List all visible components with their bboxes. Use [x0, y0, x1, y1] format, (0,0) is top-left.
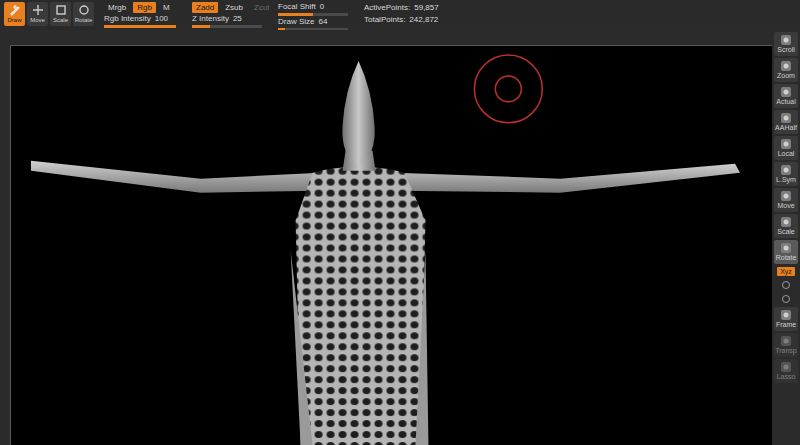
stat: ActivePoints:59,857: [364, 2, 439, 14]
shelf-button[interactable]: AAHalf: [774, 110, 798, 134]
shelf-label: Scroll: [777, 46, 795, 54]
tool-label: Scale: [53, 16, 68, 24]
color-group: MrgbRgbM Rgb Intensity 100: [104, 2, 182, 28]
slider-label: Z Intensity: [192, 14, 229, 24]
tool-label: Move: [30, 16, 45, 24]
tool-icon: [9, 4, 21, 16]
shelf-label: Transp: [775, 347, 797, 355]
top-toolbar: DrawMoveScaleRotateMrgbRgbMRgb Intensity…: [0, 0, 800, 30]
slider[interactable]: Rgb Intensity 100: [104, 14, 176, 28]
shelf-icon: [779, 309, 793, 321]
tool-icon: [55, 4, 67, 16]
workspace: Scroll Zoom Actual AAHalf Local L.Sym Move Scal…: [0, 30, 800, 445]
tool-group: Draw Move Scale Rotate: [4, 2, 94, 26]
mode-button[interactable]: Zcut: [250, 2, 274, 13]
shelf-label: AAHalf: [775, 124, 797, 132]
slider[interactable]: Z Intensity 25: [192, 14, 262, 28]
stats: ActivePoints:59,857TotalPoints:242,872: [364, 2, 439, 26]
slider-value: 0: [320, 2, 324, 12]
shelf-button[interactable]: Frame: [774, 307, 798, 331]
slider-label: Rgb Intensity: [104, 14, 151, 24]
slider-fill: [278, 13, 313, 16]
shelf-button[interactable]: Scale: [774, 214, 798, 238]
slider-value: 64: [318, 17, 327, 27]
tool-button[interactable]: Rotate: [73, 2, 94, 26]
mode-button[interactable]: Zadd: [192, 2, 218, 13]
shelf-button[interactable]: Transp: [774, 333, 798, 357]
mode-button[interactable]: Zsub: [221, 2, 247, 13]
shelf-icon: [779, 164, 793, 176]
view-icon: [781, 280, 791, 290]
slider-label: Focal Shift: [278, 2, 316, 12]
slider[interactable]: Draw Size 64: [278, 17, 348, 31]
shelf-icon: [779, 112, 793, 124]
shelf-icon: [779, 335, 793, 347]
shelf-label: Local: [778, 150, 795, 158]
shelf-toggle[interactable]: Xyz: [777, 267, 795, 276]
shelf-icon: [779, 138, 793, 150]
slider-track[interactable]: [278, 13, 348, 16]
z-group: ZaddZsubZcutZ Intensity25: [192, 2, 268, 28]
shelf-button[interactable]: L.Sym: [774, 162, 798, 186]
shelf-label: Actual: [776, 98, 795, 106]
shelf-icon: [779, 216, 793, 228]
tool-label: Draw: [7, 16, 21, 24]
tool-button[interactable]: Move: [27, 2, 48, 26]
shelf-button[interactable]: Rotate: [774, 240, 798, 264]
tool-icon: [32, 4, 44, 16]
canvas-area: [0, 30, 772, 445]
shelf-label: Rotate: [776, 254, 797, 262]
canvas[interactable]: [10, 45, 772, 445]
tool-label: Rotate: [75, 16, 93, 24]
slider-label: Draw Size: [278, 17, 314, 27]
slider-track[interactable]: [104, 25, 176, 28]
right-shelf: Scroll Zoom Actual AAHalf Local L.Sym Move Scal…: [772, 30, 800, 445]
slider-track[interactable]: [192, 25, 262, 28]
slider-fill: [192, 25, 210, 28]
mode-button[interactable]: Rgb: [133, 2, 156, 13]
tool-button[interactable]: Scale: [50, 2, 71, 26]
shelf-button[interactable]: Actual: [774, 84, 798, 108]
tool-button[interactable]: Draw: [4, 2, 25, 26]
shelf-icon: [779, 86, 793, 98]
shelf-icon: [779, 60, 793, 72]
shelf-button[interactable]: Move: [774, 188, 798, 212]
zbrush-window: DrawMoveScaleRotateMrgbRgbMRgb Intensity…: [0, 0, 800, 445]
shelf-icon-button[interactable]: [772, 279, 800, 291]
shelf-label: Scale: [777, 228, 795, 236]
shelf-label: L.Sym: [776, 176, 796, 184]
mode-button[interactable]: M: [159, 2, 174, 13]
shelf-button[interactable]: Scroll: [774, 32, 798, 56]
shelf-icon: [779, 361, 793, 373]
shelf-label: Move: [777, 202, 794, 210]
shelf-label: Frame: [776, 321, 796, 329]
shelf-icon: [779, 190, 793, 202]
shelf-button[interactable]: Lasso: [774, 359, 798, 383]
shelf-label: Lasso: [777, 373, 796, 381]
shelf-icon: [779, 34, 793, 46]
shelf-label: Zoom: [777, 72, 795, 80]
shelf-button[interactable]: Local: [774, 136, 798, 160]
slider[interactable]: Focal Shift 0: [278, 2, 348, 16]
mode-button[interactable]: Mrgb: [104, 2, 130, 13]
tool-icon: [78, 4, 90, 16]
model-figure[interactable]: [11, 46, 772, 445]
slider-value: 25: [233, 14, 242, 24]
slider-value: 100: [155, 14, 168, 24]
shelf-icon-button[interactable]: [772, 293, 800, 305]
view-icon: [781, 294, 791, 304]
slider-fill: [104, 25, 176, 28]
shelf-button[interactable]: Zoom: [774, 58, 798, 82]
shelf-icon: [779, 242, 793, 254]
stat: TotalPoints:242,872: [364, 14, 439, 26]
brush-group: Focal Shift 0 Draw Size 64: [278, 2, 354, 31]
